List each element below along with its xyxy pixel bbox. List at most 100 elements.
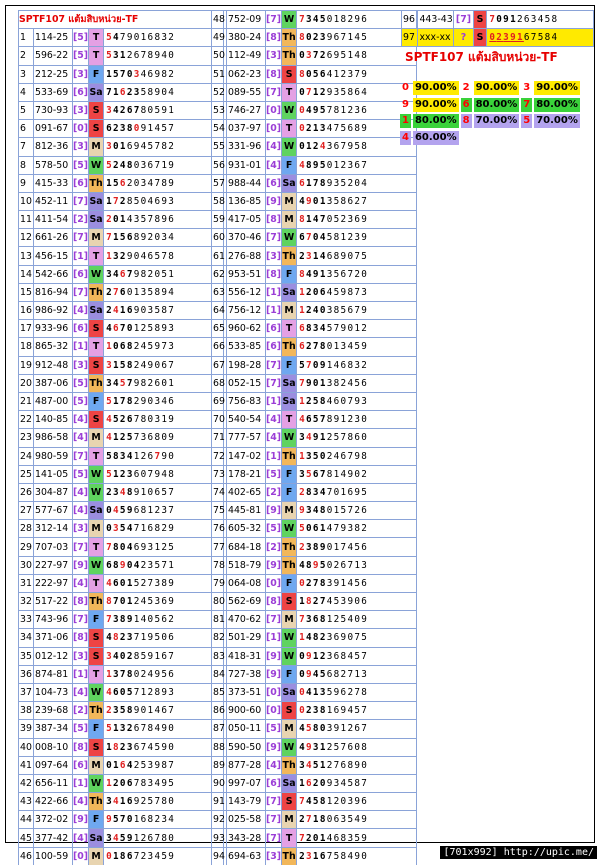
- group-digit: [6]: [264, 173, 283, 193]
- digit-sequence: 7091263458: [486, 9, 594, 30]
- sequence-digit: 1: [333, 541, 341, 553]
- sequence-digit: 5: [333, 850, 341, 862]
- digit-sequence: 9570168234: [103, 810, 225, 830]
- sequence-digit: 7: [168, 486, 176, 498]
- sequence-digit: 8: [126, 159, 134, 171]
- sequence-digit: 8: [306, 486, 313, 498]
- legend-item: 90.00%: [412, 97, 459, 112]
- row-number: 20: [18, 373, 34, 393]
- sequence-digit: 6: [523, 32, 531, 44]
- sequence-digit: 7: [168, 123, 176, 135]
- sequence-digit: 8: [113, 541, 120, 553]
- sequence-digit: 6: [106, 123, 113, 135]
- draw-code: 452-11: [33, 191, 73, 212]
- day-code: Sa: [281, 173, 298, 193]
- digit-sequence: 3451276890: [296, 755, 418, 775]
- digit-sequence: 7368125409: [296, 610, 418, 630]
- draw-code: 933-96: [33, 319, 73, 339]
- row-number: 24: [18, 446, 34, 466]
- table-row: 42 656-11 [1] W 1206783495: [18, 773, 225, 794]
- group-digit: [3]: [71, 519, 90, 539]
- sequence-digit: 5: [312, 759, 320, 771]
- sequence-digit: 5: [106, 50, 113, 62]
- sequence-digit: 4: [312, 305, 320, 317]
- sequence-digit: 6: [106, 559, 113, 571]
- digit-sequence: 3016945782: [103, 137, 225, 157]
- sequence-digit: 9: [126, 505, 134, 517]
- sequence-digit: 1: [312, 814, 320, 826]
- group-digit: [4]: [71, 300, 90, 321]
- sequence-digit: 8: [299, 214, 306, 226]
- sequence-digit: 1: [333, 14, 341, 26]
- row-number: 51: [211, 64, 227, 84]
- row-number: 63: [211, 282, 227, 303]
- draw-code: 222-97: [33, 573, 73, 594]
- group-digit: [1]: [71, 664, 90, 684]
- sequence-digit: 6: [306, 777, 313, 789]
- sequence-digit: 5: [140, 759, 148, 771]
- sequence-digit: 3: [333, 177, 341, 189]
- draw-code: 988-44: [226, 173, 266, 193]
- table-row: 12 661-26 [7] M 7156892034: [18, 228, 225, 248]
- footer-watermark: [701x992] http://upic.me/: [440, 846, 597, 859]
- digit-sequence: 7901382456: [296, 373, 418, 393]
- digit-sequence: 4895026713: [296, 555, 418, 575]
- day-code: T: [281, 119, 298, 139]
- sequence-digit: 0: [126, 323, 134, 335]
- sequence-digit: 6: [119, 268, 127, 280]
- digit-sequence: 3426780591: [103, 100, 225, 121]
- sequence-digit: 4: [126, 759, 134, 771]
- sequence-digit: 6: [361, 541, 369, 553]
- sequence-digit: 8: [361, 741, 369, 753]
- sequence-digit: 3: [319, 32, 327, 44]
- sequence-digit: 3: [106, 141, 113, 153]
- row-number: 74: [211, 482, 227, 503]
- row-number: 81: [211, 610, 227, 630]
- day-code: S: [281, 701, 298, 721]
- sequence-digit: 6: [119, 341, 127, 353]
- draw-code: 517-22: [33, 591, 73, 612]
- sequence-digit: 7: [119, 814, 127, 826]
- sequence-digit: 7: [106, 232, 113, 244]
- row-number: 14: [18, 264, 34, 284]
- column-3: 96 443-43 [7] S 7091263458 97 xxx-xx? S 02391675…: [400, 9, 594, 48]
- sequence-digit: 5: [326, 323, 334, 335]
- sequence-digit: 0: [168, 723, 176, 735]
- sequence-digit: 1: [113, 759, 120, 771]
- sequence-digit: 4: [126, 523, 134, 535]
- row-number: 58: [211, 191, 227, 212]
- table-row: 74 402-65 [2] F 2834701695: [211, 482, 418, 503]
- day-code: T: [88, 664, 105, 684]
- sequence-digit: 3: [140, 159, 148, 171]
- sequence-digit: 1: [326, 614, 334, 626]
- sequence-digit: 3: [306, 450, 313, 462]
- sequence-digit: 5: [361, 486, 369, 498]
- sequence-digit: 9: [361, 232, 369, 244]
- group-digit: [2]: [71, 210, 90, 230]
- sequence-digit: 7: [119, 68, 127, 80]
- sequence-digit: 0: [106, 850, 113, 862]
- group-digit: [7]: [264, 792, 283, 812]
- sequence-digit: 5: [312, 796, 320, 808]
- sequence-digit: 8: [126, 396, 134, 408]
- day-code: S: [281, 591, 298, 612]
- table-row: 17 933-96 [6] S 4670125893: [18, 319, 225, 339]
- sequence-digit: 3: [140, 432, 148, 444]
- sequence-digit: 1: [306, 214, 313, 226]
- sequence-digit: 7: [361, 159, 369, 171]
- sequence-digit: 6: [113, 577, 120, 589]
- digit-sequence: 5248036719: [103, 155, 225, 175]
- group-digit: [7]: [71, 228, 90, 248]
- legend-item: 4: [400, 130, 411, 145]
- sequence-digit: 3: [168, 323, 176, 335]
- table-row: 30 227-97 [9] W 6890423571: [18, 555, 225, 575]
- sequence-digit: 2: [516, 14, 524, 26]
- digit-sequence: 4601527389: [103, 573, 225, 594]
- row-number: 91: [211, 792, 227, 812]
- draw-code: 877-28: [226, 755, 266, 775]
- sequence-digit: 1: [113, 86, 120, 98]
- draw-code: 590-50: [226, 737, 266, 757]
- sequence-digit: 2: [319, 50, 327, 62]
- draw-code: 562-69: [226, 591, 266, 612]
- day-code: F: [281, 355, 298, 375]
